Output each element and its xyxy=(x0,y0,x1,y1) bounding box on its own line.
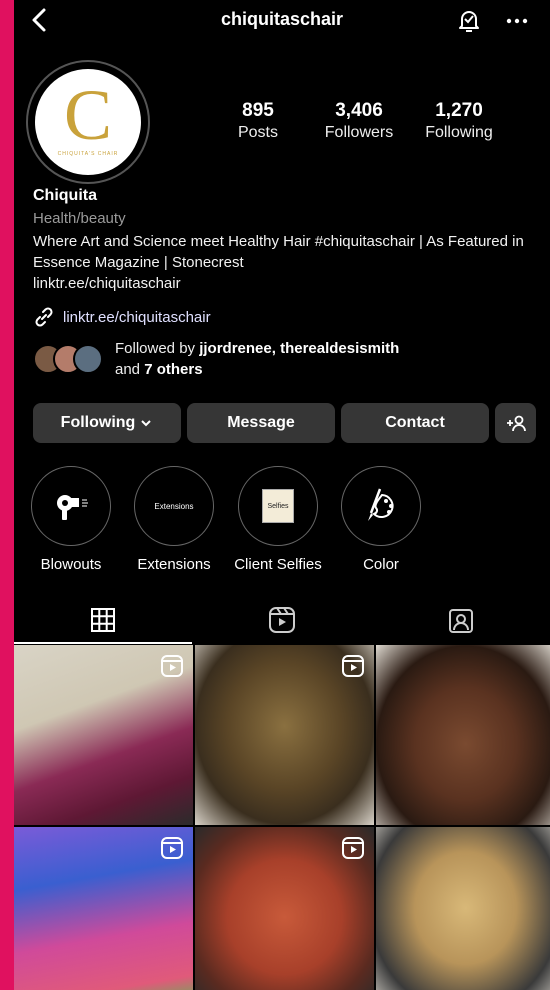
active-tab-indicator xyxy=(14,642,192,644)
reel-badge-icon xyxy=(342,655,364,677)
post-tile[interactable] xyxy=(14,827,193,990)
logo-text: CHIQUITA'S CHAIR xyxy=(57,151,119,157)
highlight-blowouts[interactable]: Blowouts xyxy=(26,466,116,573)
chevron-down-icon xyxy=(141,420,152,427)
highlight-cover xyxy=(31,466,111,546)
post-tile[interactable] xyxy=(14,645,193,825)
highlight-client-selfies[interactable]: Selfies Client Selfies xyxy=(233,466,323,573)
highlight-cover: Selfies xyxy=(238,466,318,546)
post-tile[interactable] xyxy=(376,645,550,825)
profile-category: Health/beauty xyxy=(33,210,126,227)
highlight-cover-text: Extensions xyxy=(154,501,194,511)
posts-label: Posts xyxy=(237,124,278,141)
highlight-label: Color xyxy=(363,556,399,573)
grid-icon xyxy=(91,608,115,632)
reel-badge-icon xyxy=(161,655,183,677)
hair-dryer-icon xyxy=(57,495,88,520)
highlight-label: Client Selfies xyxy=(234,556,322,573)
highlight-label: Blowouts xyxy=(40,556,102,573)
more-options-icon[interactable] xyxy=(502,6,532,36)
followers-label: Followers xyxy=(324,124,394,141)
selfies-card-icon: Selfies xyxy=(262,489,294,523)
avatar-logo: C CHIQUITA'S CHAIR xyxy=(35,69,141,175)
following-count: 1,270 xyxy=(435,100,483,121)
posts-count: 895 xyxy=(242,100,274,121)
followed-by[interactable]: Followed by jjordrenee, therealdesismith… xyxy=(33,338,399,380)
reel-badge-icon xyxy=(161,837,183,859)
profile-name: Chiquita xyxy=(33,187,97,204)
tab-reels[interactable] xyxy=(193,600,371,640)
tagged-icon xyxy=(449,609,473,633)
profile-link[interactable]: linktr.ee/chiquitaschair xyxy=(33,306,211,328)
profile-bio: Where Art and Science meet Healthy Hair … xyxy=(33,231,533,294)
bio-text: Where Art and Science meet Healthy Hair … xyxy=(33,233,524,271)
palette-brush-icon xyxy=(368,488,394,521)
avatar[interactable]: C CHIQUITA'S CHAIR xyxy=(26,60,150,184)
add-user-button[interactable] xyxy=(495,403,536,443)
following-button[interactable]: Following xyxy=(33,403,181,443)
highlight-label: Extensions xyxy=(137,556,211,573)
follower-avatars xyxy=(33,344,103,374)
reel-badge-icon xyxy=(342,837,364,859)
contact-button[interactable]: Contact xyxy=(341,403,489,443)
follower-avatar xyxy=(73,344,103,374)
link-icon xyxy=(35,307,53,327)
add-user-icon xyxy=(506,415,526,432)
logo-letter: C xyxy=(63,75,113,155)
post-tile[interactable] xyxy=(195,827,374,990)
followers-stat[interactable]: 3,406 Followers xyxy=(304,100,414,143)
highlight-color[interactable]: Color xyxy=(336,466,426,573)
message-button[interactable]: Message xyxy=(187,403,335,443)
highlight-cover: Extensions xyxy=(134,466,214,546)
post-tile[interactable] xyxy=(195,645,374,825)
highlight-cover xyxy=(341,466,421,546)
bio-link[interactable]: linktr.ee/chiquitaschair xyxy=(33,275,181,292)
reels-icon xyxy=(269,607,295,633)
profile-screen: chiquitaschair C CHIQUITA'S CHAIR 895 Po… xyxy=(14,0,550,990)
tab-grid[interactable] xyxy=(14,600,192,640)
following-stat[interactable]: 1,270 Following xyxy=(404,100,514,143)
followed-by-text: Followed by jjordrenee, therealdesismith… xyxy=(115,340,400,378)
followers-count: 3,406 xyxy=(335,100,383,121)
highlight-extensions[interactable]: Extensions Extensions xyxy=(129,466,219,573)
tab-tagged[interactable] xyxy=(372,600,550,640)
notification-bell-icon[interactable] xyxy=(454,6,484,36)
posts-stat[interactable]: 895 Posts xyxy=(203,100,313,143)
post-tile[interactable] xyxy=(376,827,550,990)
following-label: Following xyxy=(425,124,493,141)
profile-link-text: linktr.ee/chiquitaschair xyxy=(63,308,211,326)
